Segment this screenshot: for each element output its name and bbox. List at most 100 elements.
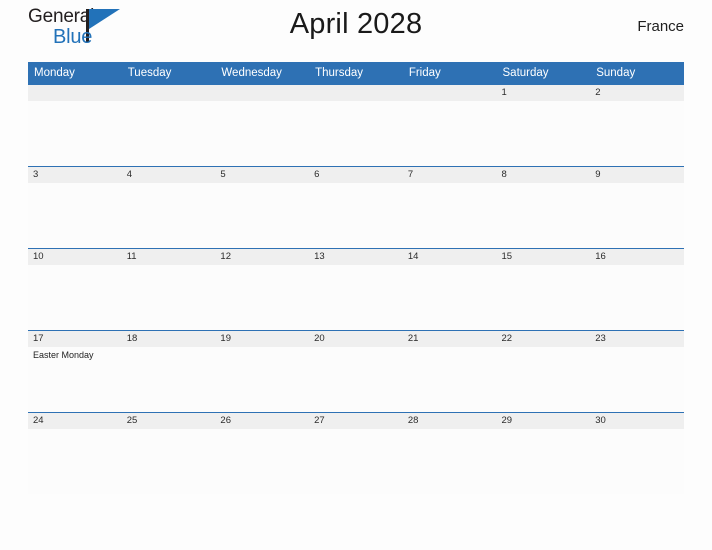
calendar-day-cell[interactable]: 19: [215, 330, 310, 413]
calendar-day-cell[interactable]: 6: [309, 166, 403, 249]
day-events: [590, 429, 684, 431]
day-cell-inner: [402, 85, 497, 166]
day-cell-inner: 20: [309, 331, 403, 412]
day-number: 30: [590, 413, 684, 429]
day-number: 28: [402, 413, 497, 429]
day-cell-inner: 27: [309, 413, 403, 494]
day-number: 18: [121, 331, 216, 347]
calendar-day-cell[interactable]: 21: [402, 330, 497, 413]
day-cell-inner: 25: [121, 413, 216, 494]
calendar-day-cell[interactable]: 20: [309, 330, 403, 413]
calendar-day-cell[interactable]: 10: [28, 248, 122, 331]
day-events: [590, 265, 684, 267]
calendar-day-cell[interactable]: 11: [121, 248, 216, 331]
calendar-day-cell[interactable]: 30: [590, 412, 684, 494]
day-events: [122, 101, 216, 103]
day-number: 22: [496, 331, 591, 347]
day-events: [497, 429, 591, 431]
day-cell-inner: 14: [402, 249, 497, 330]
weekday-header-monday: Monday: [28, 62, 122, 85]
day-cell-inner: 15: [496, 249, 591, 330]
day-number: [121, 85, 216, 101]
weekday-header-saturday: Saturday: [496, 62, 591, 85]
day-events: [215, 347, 309, 349]
calendar-day-cell[interactable]: 3: [28, 166, 122, 249]
calendar-day-cell[interactable]: 5: [215, 166, 310, 249]
day-events: [590, 183, 684, 185]
calendar-day-cell[interactable]: 9: [590, 166, 684, 249]
calendar-empty-cell: [121, 84, 216, 167]
day-events: [309, 265, 403, 267]
day-number: 20: [309, 331, 403, 347]
day-events: [122, 429, 216, 431]
day-events: [497, 101, 591, 103]
day-events: [403, 265, 497, 267]
day-events: [309, 101, 403, 103]
calendar-day-cell[interactable]: 13: [309, 248, 403, 331]
day-number: 13: [309, 249, 403, 265]
weekday-header-wednesday: Wednesday: [215, 62, 310, 85]
calendar-day-cell[interactable]: 18: [121, 330, 216, 413]
day-cell-inner: [215, 85, 310, 166]
calendar-day-cell[interactable]: 1: [496, 84, 591, 167]
calendar-empty-cell: [28, 84, 122, 167]
calendar-day-cell[interactable]: 14: [402, 248, 497, 331]
calendar-empty-cell: [402, 84, 497, 167]
day-events: [497, 347, 591, 349]
day-cell-inner: 4: [121, 167, 216, 248]
calendar-day-cell[interactable]: 15: [496, 248, 591, 331]
calendar-body: 1 2 3 4 5 6 7 8 9 10 11 12 13 14 15 16 17 Easter Monday 18…: [28, 84, 684, 494]
day-number: 26: [215, 413, 310, 429]
day-number: 4: [121, 167, 216, 183]
day-number: 12: [215, 249, 310, 265]
day-cell-inner: 23: [590, 331, 684, 412]
calendar-day-cell[interactable]: 12: [215, 248, 310, 331]
day-events: [403, 183, 497, 185]
day-cell-inner: 21: [402, 331, 497, 412]
day-events: [309, 347, 403, 349]
country-label: France: [637, 18, 684, 35]
calendar-day-cell[interactable]: 17 Easter Monday: [28, 330, 122, 413]
day-events: [403, 101, 497, 103]
calendar-empty-cell: [309, 84, 403, 167]
day-cell-inner: 17 Easter Monday: [28, 331, 122, 412]
calendar-day-cell[interactable]: 28: [402, 412, 497, 494]
calendar-day-cell[interactable]: 16: [590, 248, 684, 331]
calendar-day-cell[interactable]: 7: [402, 166, 497, 249]
calendar-day-cell[interactable]: 22: [496, 330, 591, 413]
day-events: [215, 183, 309, 185]
day-number: 9: [590, 167, 684, 183]
calendar-day-cell[interactable]: 23: [590, 330, 684, 413]
day-events: [403, 429, 497, 431]
day-events: [309, 429, 403, 431]
calendar-empty-cell: [215, 84, 310, 167]
day-cell-inner: 16: [590, 249, 684, 330]
day-cell-inner: 6: [309, 167, 403, 248]
day-events: [497, 265, 591, 267]
calendar-day-cell[interactable]: 4: [121, 166, 216, 249]
day-number: 7: [402, 167, 497, 183]
day-number: 15: [496, 249, 591, 265]
day-cell-inner: 30: [590, 413, 684, 494]
day-number: [402, 85, 497, 101]
calendar-day-cell[interactable]: 27: [309, 412, 403, 494]
day-number: 19: [215, 331, 310, 347]
day-events: [28, 429, 122, 431]
day-events: [215, 265, 309, 267]
day-cell-inner: 28: [402, 413, 497, 494]
day-cell-inner: 13: [309, 249, 403, 330]
calendar-day-cell[interactable]: 25: [121, 412, 216, 494]
day-events: [122, 347, 216, 349]
day-number: 5: [215, 167, 310, 183]
calendar-day-cell[interactable]: 8: [496, 166, 591, 249]
calendar-day-cell[interactable]: 24: [28, 412, 122, 494]
day-number: 2: [590, 85, 684, 101]
calendar-week-row: 10 11 12 13 14 15 16: [28, 248, 684, 331]
day-events: Easter Monday: [28, 347, 122, 361]
day-cell-inner: 26: [215, 413, 310, 494]
calendar-day-cell[interactable]: 2: [590, 84, 684, 167]
calendar-day-cell[interactable]: 26: [215, 412, 310, 494]
calendar-day-cell[interactable]: 29: [496, 412, 591, 494]
day-number: [215, 85, 310, 101]
day-cell-inner: 22: [496, 331, 591, 412]
